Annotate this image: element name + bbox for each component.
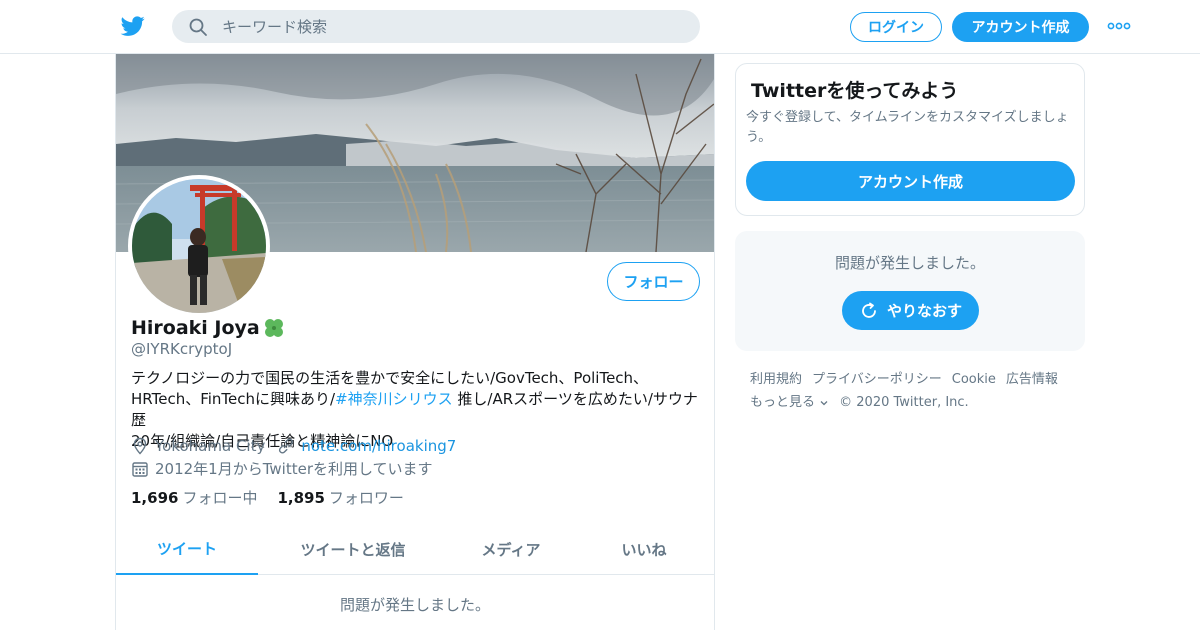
follow-button[interactable]: フォロー <box>607 262 700 301</box>
four-leaf-clover-icon <box>264 319 283 337</box>
footer-link-terms[interactable]: 利用規約 <box>750 368 802 391</box>
profile-location: Yokohama City <box>155 437 266 455</box>
signup-button[interactable]: アカウント作成 <box>952 12 1089 42</box>
footer-more-label: もっと見る <box>750 395 816 410</box>
profile-tabs: ツイート ツイートと返信 メディア いいね <box>116 524 714 575</box>
avatar-photo <box>132 179 266 313</box>
signup-card-title: Twitterを使ってみよう <box>751 80 959 102</box>
profile-stats: 1,696 フォロー中 1,895 フォロワー <box>131 487 404 508</box>
following-count: 1,696 <box>131 489 179 507</box>
timeline-error-message: 問題が発生しました。 <box>339 596 490 614</box>
location-pin-icon <box>133 437 147 455</box>
footer-link-ads[interactable]: 広告情報 <box>1006 368 1058 391</box>
footer-link-cookie[interactable]: Cookie <box>952 368 996 391</box>
sidebar-footer: 利用規約 プライバシーポリシー Cookie 広告情報 もっと見る © 2020… <box>750 368 1085 414</box>
search-icon <box>189 18 207 36</box>
profile-column: フォロー Hiroaki Joya @IYRKcryptoJ テクノロジーの力で… <box>115 54 715 630</box>
calendar-icon <box>132 461 148 477</box>
retry-label: やりなおす <box>886 302 962 320</box>
more-dots-icon[interactable] <box>1107 18 1131 34</box>
chevron-down-icon <box>820 400 828 405</box>
link-icon <box>279 438 294 454</box>
signup-card-button[interactable]: アカウント作成 <box>746 161 1075 201</box>
followers-stat[interactable]: 1,895 フォロワー <box>277 487 403 508</box>
sidebar-error-message: 問題が発生しました。 <box>834 254 985 272</box>
twitter-bird-icon[interactable] <box>120 14 146 38</box>
retry-button[interactable]: やりなおす <box>842 291 979 330</box>
profile-name: Hiroaki Joya <box>131 316 286 340</box>
profile-joined-date: 2012年1月からTwitterを利用しています <box>155 460 433 478</box>
signup-prompt-card: Twitterを使ってみよう 今すぐ登録して、タイムラインをカスタマイズしましょ… <box>735 63 1085 216</box>
following-stat[interactable]: 1,696 フォロー中 <box>131 487 257 508</box>
profile-avatar[interactable] <box>128 175 270 317</box>
footer-copyright: © 2020 Twitter, Inc. <box>839 395 969 410</box>
refresh-icon <box>862 302 876 318</box>
followers-label: フォロワー <box>328 489 404 507</box>
sidebar-error-card: 問題が発生しました。 やりなおす <box>735 231 1085 351</box>
signup-card-text: 今すぐ登録して、タイムラインをカスタマイズしましょう。 <box>746 110 1069 145</box>
profile-name-text: Hiroaki Joya <box>131 317 260 339</box>
followers-count: 1,895 <box>277 489 325 507</box>
footer-link-privacy[interactable]: プライバシーポリシー <box>812 368 942 391</box>
search-box[interactable] <box>172 10 700 43</box>
bio-hashtag-link[interactable]: #神奈川シリウス <box>335 390 453 408</box>
login-button[interactable]: ログイン <box>850 12 942 42</box>
search-input[interactable] <box>222 10 682 43</box>
tab-tweets-and-replies[interactable]: ツイートと返信 <box>258 524 448 575</box>
profile-location-website-row: Yokohama City note.com/hiroaking7 <box>131 437 456 455</box>
profile-joined-row: 2012年1月からTwitterを利用しています <box>131 458 433 479</box>
following-label: フォロー中 <box>182 489 258 507</box>
profile-website-link[interactable]: note.com/hiroaking7 <box>301 437 456 455</box>
top-navigation-bar: ログイン アカウント作成 <box>0 0 1200 54</box>
tab-media[interactable]: メディア <box>448 524 574 575</box>
tab-likes[interactable]: いいね <box>574 524 714 575</box>
footer-more-button[interactable]: もっと見る <box>750 391 829 414</box>
tab-tweets[interactable]: ツイート <box>116 524 258 575</box>
profile-handle[interactable]: @IYRKcryptoJ <box>131 340 232 358</box>
